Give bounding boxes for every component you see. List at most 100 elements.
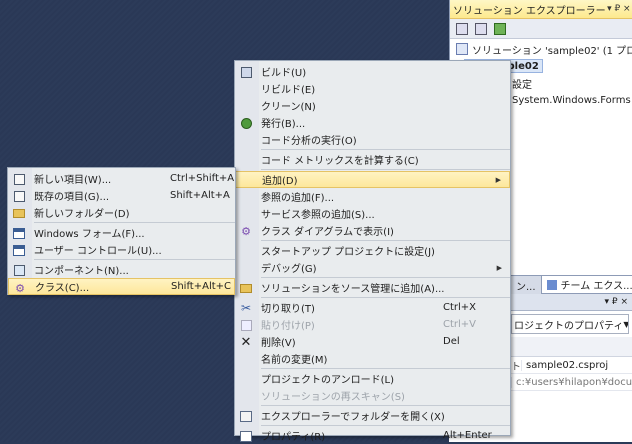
menu-item-label: ユーザー コントロール(U)... — [34, 246, 162, 257]
properties-icon — [456, 22, 468, 35]
open-folder-icon — [239, 409, 253, 423]
menu-item-label: クラス(C)... — [35, 283, 90, 294]
menu-item-label: ビルド(U) — [261, 68, 307, 79]
menu-item-label: 新しいフォルダー(D) — [34, 209, 130, 220]
menu-item-label: ソリューションの再スキャン(S) — [261, 392, 405, 403]
menu-separator — [261, 297, 510, 298]
menu-item-shortcut: Shift+Alt+A — [170, 190, 230, 201]
menu-item-label: プロパティ(R) — [261, 432, 326, 443]
menu-item-new-folder[interactable]: 新しいフォルダー(D) — [8, 204, 235, 221]
menu-item-shortcut: Alt+Enter — [443, 430, 492, 441]
menu-item-properties[interactable]: プロパティ(R) Alt+Enter — [235, 427, 510, 444]
menu-item-label: デバッグ(G) — [261, 264, 317, 275]
tree-item-label: ソリューション 'sample02' (1 プロジェクト — [472, 45, 632, 57]
menu-item-code-metrics[interactable]: コード メトリックスを計算する(C) — [235, 151, 510, 168]
menu-item-rebuild[interactable]: リビルド(E) — [235, 80, 510, 97]
menu-separator — [261, 169, 510, 170]
menu-item-publish[interactable]: 発行(B)... — [235, 114, 510, 131]
refresh-icon — [494, 22, 506, 35]
menu-item-unload-project[interactable]: プロジェクトのアンロード(L) — [235, 370, 510, 387]
menu-item-clean[interactable]: クリーン(N) — [235, 97, 510, 114]
menu-separator — [34, 259, 235, 260]
menu-separator — [261, 425, 510, 426]
solution-explorer-title: ソリューション エクスプローラー — [453, 5, 606, 17]
menu-item-rescan-solution[interactable]: ソリューションの再スキャン(S) — [235, 387, 510, 404]
tree-item-label: System.Windows.Forms — [512, 94, 631, 106]
menu-item-windows-form[interactable]: Windows フォーム(F)... — [8, 224, 235, 241]
tab-label: チーム エクス... — [560, 281, 632, 292]
publish-icon — [239, 116, 253, 130]
menu-item-shortcut: Del — [443, 336, 460, 347]
menu-item-label: リビルド(E) — [261, 85, 316, 96]
menu-item-add-source-control[interactable]: ソリューションをソース管理に追加(A)... — [235, 279, 510, 296]
menu-item-view-class-diagram[interactable]: ⚙ クラス ダイアグラムで表示(I) — [235, 222, 510, 239]
build-icon — [239, 65, 253, 79]
tree-item-reference[interactable]: System.Windows.Forms — [512, 92, 631, 108]
tab-label: ン... — [516, 281, 536, 293]
source-control-icon — [239, 281, 253, 295]
menu-item-build[interactable]: ビルド(U) — [235, 63, 510, 80]
menu-item-open-in-explorer[interactable]: エクスプローラーでフォルダーを開く(X) — [235, 407, 510, 424]
panel-pin-controls[interactable]: ▾ ₽ × — [606, 4, 632, 14]
menu-item-label: クラス ダイアグラムで表示(I) — [261, 227, 394, 238]
windows-form-icon — [12, 226, 26, 240]
menu-item-label: 削除(V) — [261, 338, 296, 349]
menu-item-label: 名前の変更(M) — [261, 355, 328, 366]
menu-item-label: コード メトリックスを計算する(C) — [261, 156, 419, 167]
menu-item-label: エクスプローラーでフォルダーを開く(X) — [261, 412, 445, 423]
chevron-down-icon: ▼ — [623, 319, 629, 329]
properties-icon — [239, 429, 253, 443]
menu-item-shortcut: Shift+Alt+C — [171, 281, 232, 292]
existing-item-icon — [12, 189, 26, 203]
properties-toolbar-button[interactable] — [454, 21, 470, 37]
menu-item-label: サービス参照の追加(S)... — [261, 210, 375, 221]
team-explorer-icon — [546, 279, 557, 290]
menu-item-label: クリーン(N) — [261, 102, 316, 113]
delete-icon: ✕ — [240, 334, 252, 350]
add-submenu: 新しい項目(W)... Ctrl+Shift+A 既存の項目(G)... Shi… — [7, 167, 236, 295]
menu-separator — [261, 149, 510, 150]
properties-object-select[interactable]: ロジェクトのプロパティ ▼ — [511, 314, 629, 334]
menu-item-debug[interactable]: デバッグ(G) ▶ — [235, 259, 510, 276]
tab-solution-explorer[interactable]: ン... — [511, 276, 541, 294]
menu-item-add-service-reference[interactable]: サービス参照の追加(S)... — [235, 205, 510, 222]
menu-item-delete[interactable]: ✕ 削除(V) Del — [235, 333, 510, 350]
menu-item-add-reference[interactable]: 参照の追加(F)... — [235, 188, 510, 205]
menu-item-label: プロジェクトのアンロード(L) — [261, 375, 394, 386]
menu-separator — [34, 222, 235, 223]
menu-item-cut[interactable]: ✂ 切り取り(T) Ctrl+X — [235, 299, 510, 316]
component-icon — [12, 263, 26, 277]
menu-item-user-control[interactable]: ユーザー コントロール(U)... — [8, 241, 235, 258]
class-icon: ⚙ — [15, 281, 25, 295]
menu-item-paste[interactable]: 貼り付け(P) Ctrl+V — [235, 316, 510, 333]
menu-separator — [261, 405, 510, 406]
menu-item-add[interactable]: 追加(D) ▶ — [235, 171, 510, 188]
menu-item-existing-item[interactable]: 既存の項目(G)... Shift+Alt+A — [8, 187, 235, 204]
menu-item-class[interactable]: ⚙ クラス(C)... Shift+Alt+C — [8, 278, 235, 295]
tree-item-solution[interactable]: ソリューション 'sample02' (1 プロジェクト — [456, 41, 632, 57]
menu-item-label: コンポーネント(N)... — [34, 266, 129, 277]
menu-item-code-analysis[interactable]: コード分析の実行(O) — [235, 131, 510, 148]
menu-separator — [261, 240, 510, 241]
property-value: sample02.csproj — [521, 359, 608, 371]
panel-pin-controls[interactable]: ▾ ₽ × — [604, 297, 628, 307]
menu-item-shortcut: Ctrl+V — [443, 319, 477, 330]
menu-separator — [261, 277, 510, 278]
select-value: ロジェクトのプロパティ — [514, 320, 624, 332]
cut-icon: ✂ — [240, 301, 252, 315]
tree-item-settings[interactable]: 設定 — [512, 75, 532, 91]
menu-item-new-item[interactable]: 新しい項目(W)... Ctrl+Shift+A — [8, 170, 235, 187]
menu-item-rename[interactable]: 名前の変更(M) — [235, 350, 510, 367]
tab-team-explorer[interactable]: チーム エクス... — [540, 276, 632, 294]
user-control-icon — [12, 243, 26, 257]
new-folder-icon — [12, 206, 26, 220]
menu-item-shortcut: Ctrl+Shift+A — [170, 173, 235, 184]
submenu-arrow-icon: ▶ — [496, 263, 502, 272]
menu-item-label: スタートアップ プロジェクトに設定(J) — [261, 247, 435, 258]
show-all-files-button[interactable] — [473, 21, 489, 37]
refresh-button[interactable] — [492, 21, 508, 37]
submenu-arrow-icon: ▶ — [495, 175, 501, 184]
menu-item-set-startup[interactable]: スタートアップ プロジェクトに設定(J) — [235, 242, 510, 259]
paste-icon — [239, 318, 253, 332]
menu-item-component[interactable]: コンポーネント(N)... — [8, 261, 235, 278]
